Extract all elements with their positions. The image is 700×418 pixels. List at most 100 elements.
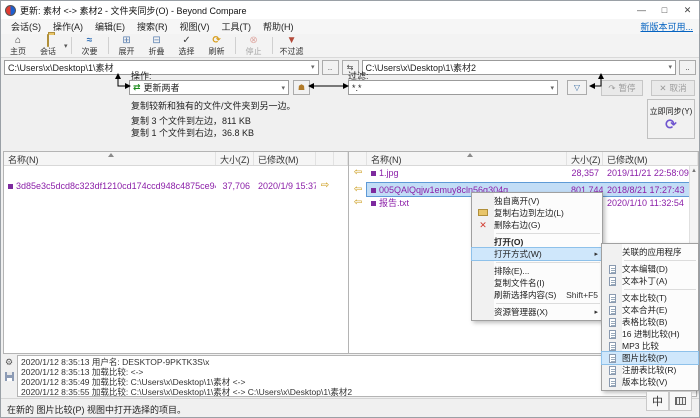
log-panel: ⚙ 2020/1/12 8:35:13 用户名: DESKTOP-9PKTK3S…	[1, 354, 699, 398]
menu-item-open-with[interactable]: 打开方式(W) ▸	[472, 248, 602, 260]
minor-button[interactable]: ≈ 次要	[75, 35, 105, 56]
ime-indicator[interactable]: 中	[646, 391, 692, 411]
menu-item-exclude[interactable]: 排除(E)...	[472, 265, 602, 277]
menu-item-refresh-selection[interactable]: 刷新选择内容(S) Shift+F5	[472, 289, 602, 301]
pause-button: ↷ 暂停	[601, 80, 643, 96]
log-output[interactable]: 2020/1/12 8:35:13 用户名: DESKTOP-9PKTK3S\x…	[17, 355, 697, 397]
column-header-size[interactable]: 大小(Z)	[216, 152, 254, 165]
expand-button[interactable]: ⊞ 展开	[112, 35, 142, 56]
menu-item-leave-alone[interactable]: 独自离开(V)	[472, 195, 602, 207]
table-row[interactable]: 3d85e3c5dcd8c323df1210cd174ccd948c4875ce…	[4, 179, 348, 192]
chevron-down-icon[interactable]: ▾	[308, 63, 315, 71]
log-line: 2020/1/12 8:35:13 加载比较: <->	[21, 367, 693, 377]
close-icon[interactable]: ✕	[676, 1, 699, 19]
filter-options-button[interactable]: ▽	[567, 80, 587, 95]
submenu-item-table-compare[interactable]: 表格比较(B)	[602, 316, 698, 328]
minimize-icon[interactable]: —	[630, 1, 653, 19]
chevron-down-icon[interactable]: ▾	[665, 63, 672, 71]
copy-to-left-icon[interactable]: ⇦	[354, 197, 362, 208]
submenu-item-hex-compare[interactable]: 16 进制比较(H)	[602, 328, 698, 340]
menu-item-copy-filename[interactable]: 复制文件名(I)	[472, 277, 602, 289]
menu-view[interactable]: 视图(V)	[174, 19, 216, 34]
menu-edit[interactable]: 编辑(E)	[89, 19, 131, 34]
menu-tools[interactable]: 工具(T)	[216, 19, 258, 34]
submenu-item-picture-compare[interactable]: 图片比较(P)	[602, 352, 698, 364]
toolbar-separator	[235, 37, 236, 54]
title-bar: 更新: 素材 <-> 素材2 - 文件夹同步(O) - Beyond Compa…	[1, 1, 699, 19]
session-settings-icon: ☗	[298, 83, 305, 92]
menu-item-explorer[interactable]: 资源管理器(X) ▸	[472, 306, 602, 318]
copy-to-left-icon[interactable]: ⇦	[354, 184, 362, 195]
approx-icon: ≈	[87, 36, 93, 46]
no-filter-button[interactable]: ▼ 不过滤	[276, 35, 308, 56]
folder-icon	[47, 36, 49, 46]
menu-bar: 会话(S) 操作(A) 编辑(E) 搜索(R) 视图(V) 工具(T) 帮助(H…	[1, 19, 699, 34]
refresh-button[interactable]: ⟳ 刷新	[202, 35, 232, 56]
status-bar: 在新的 图片比较(P) 视图中打开选择的项目。	[1, 398, 699, 418]
save-log-icon[interactable]	[5, 372, 14, 381]
submenu-item-text-patch[interactable]: 文本补丁(A)	[602, 275, 698, 287]
submenu-item-text-compare[interactable]: 文本比较(T)	[602, 292, 698, 304]
copy-to-left-icon[interactable]: ⇦	[354, 167, 362, 178]
session-settings-button[interactable]: ☗	[293, 80, 310, 95]
log-line: 2020/1/12 8:35:13 用户名: DESKTOP-9PKTK3S\x	[21, 357, 693, 367]
menu-separator	[624, 289, 696, 290]
right-path-input[interactable]: C:\Users\x\Desktop\1\素材2 ▾	[362, 60, 677, 75]
sessions-button[interactable]: 会话	[33, 35, 63, 56]
submenu-item-version-compare[interactable]: 版本比较(V)	[602, 376, 698, 388]
submenu-item-registry-compare[interactable]: 注册表比较(R)	[602, 364, 698, 376]
menu-separator	[496, 233, 600, 234]
home-button[interactable]: ⌂ 主页	[3, 35, 33, 56]
file-icon	[8, 184, 13, 189]
ime-language-label[interactable]: 中	[646, 391, 669, 411]
menu-item-open[interactable]: 打开(O)	[472, 236, 602, 248]
operation-select[interactable]: ⇄ 更新两者 ▾	[129, 80, 289, 95]
new-version-link[interactable]: 新版本可用...	[640, 20, 693, 33]
delete-x-icon: ✕	[472, 220, 494, 231]
menu-session[interactable]: 会话(S)	[5, 19, 47, 34]
beyond-compare-window: 更新: 素材 <-> 素材2 - 文件夹同步(O) - Beyond Compa…	[0, 0, 700, 418]
right-pane-header: 名称(N) 大小(Z) 已修改(M)	[349, 152, 698, 166]
gear-icon[interactable]: ⚙	[5, 357, 13, 368]
file-icon	[371, 171, 376, 176]
menu-item-copy-right-to-left[interactable]: 复制右边到左边(L)	[472, 207, 602, 219]
column-header-modified[interactable]: 已修改(M)	[254, 152, 316, 165]
sync-now-button[interactable]: 立即同步(Y) ⟳	[647, 99, 695, 139]
menu-help[interactable]: 帮助(H)	[257, 19, 300, 34]
column-header-size[interactable]: 大小(Z)	[567, 152, 603, 165]
submenu-item-mp3-compare[interactable]: MP3 比较	[602, 340, 698, 352]
copy-folder-icon	[478, 209, 488, 216]
table-row[interactable]: ⇦ 1.jpg 28,357 2019/11/21 22:58:09	[349, 166, 698, 179]
collapse-button[interactable]: ⊟ 折叠	[142, 35, 172, 56]
home-icon: ⌂	[15, 36, 21, 46]
left-file-pane: 名称(N) 大小(Z) 已修改(M) 3d85e3c5dcd8c323df121…	[4, 152, 349, 353]
right-browse-button[interactable]: ..	[679, 60, 696, 75]
column-header-modified[interactable]: 已修改(M)	[603, 152, 698, 165]
keyboard-icon	[675, 397, 686, 405]
select-button[interactable]: ✓ 选择	[172, 35, 202, 56]
scroll-up-icon[interactable]: ▲	[690, 166, 698, 176]
chevron-down-icon[interactable]: ▾	[547, 84, 554, 92]
filter-input[interactable]: *.* ▾	[348, 80, 558, 95]
copy-to-right-icon[interactable]: ⇨	[321, 180, 329, 191]
chevron-down-icon[interactable]: ▾	[278, 84, 285, 92]
menu-search[interactable]: 搜索(R)	[131, 19, 174, 34]
update-both-icon: ⇄	[133, 82, 141, 93]
text-merge-icon	[609, 306, 616, 315]
left-browse-button[interactable]: ..	[322, 60, 339, 75]
maximize-icon[interactable]: □	[653, 1, 676, 19]
sync-icon: ⟳	[665, 117, 677, 132]
sessions-dropdown-icon[interactable]: ▾	[64, 42, 68, 50]
menu-item-delete-right[interactable]: ✕ 删除右边(G)	[472, 219, 602, 231]
submenu-item-text-merge[interactable]: 文本合并(E)	[602, 304, 698, 316]
left-path-input[interactable]: C:\Users\x\Desktop\1\素材 ▾	[4, 60, 319, 75]
table-compare-icon	[609, 318, 616, 327]
cancel-button: ✕ 取消	[651, 80, 695, 96]
file-icon	[371, 201, 376, 206]
text-compare-icon	[609, 294, 616, 303]
submenu-item-associated-app[interactable]: 关联的应用程序	[602, 246, 698, 258]
menu-separator	[496, 262, 600, 263]
operation-description: 复制较新和独有的文件/文件夹到另一边。	[131, 99, 296, 112]
submenu-item-text-edit[interactable]: 文本编辑(D)	[602, 263, 698, 275]
log-line: 2020/1/12 8:35:49 加载比较: C:\Users\x\Deskt…	[21, 377, 693, 387]
